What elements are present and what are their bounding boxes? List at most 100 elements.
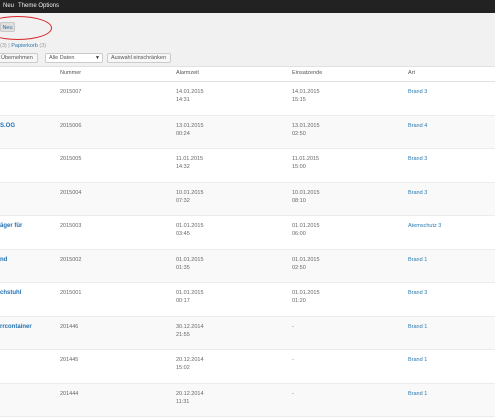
row-alarm-date: 14.01.2015 bbox=[176, 88, 204, 96]
row-alarm-date: 20.12.2014 bbox=[176, 390, 204, 398]
row-end-time: 02:50 bbox=[292, 130, 320, 138]
row-alarm-time: 00:24 bbox=[176, 130, 204, 138]
row-end-date: 11.01.2015 bbox=[292, 155, 319, 163]
row-alarmzeit: 20.12.2014 15:02 bbox=[176, 356, 204, 372]
row-nummer: 2015002 bbox=[60, 256, 81, 264]
row-end-date: 01.01.2015 bbox=[292, 256, 320, 264]
row-nummer: 201446 bbox=[60, 323, 78, 331]
row-alarmzeit: 14.01.2015 14:31 bbox=[176, 88, 204, 104]
row-alarm-date: 11.01.2015 bbox=[176, 155, 203, 163]
row-nummer: 201444 bbox=[60, 390, 78, 398]
row-alarm-date: 01.01.2015 bbox=[176, 256, 204, 264]
row-nummer: 2015003 bbox=[60, 222, 81, 230]
table-row: 2015007 14.01.2015 14:31 14.01.2015 15:1… bbox=[0, 82, 495, 116]
row-alarm-time: 14:31 bbox=[176, 96, 204, 104]
row-alarm-date: 01.01.2015 bbox=[176, 222, 204, 230]
row-einsatzende: - bbox=[292, 390, 294, 398]
row-end-date: - bbox=[292, 390, 294, 398]
row-title-link[interactable]: rrcontainer bbox=[0, 323, 32, 331]
row-end-date: 14.01.2015 bbox=[292, 88, 320, 96]
row-einsatzende: 11.01.2015 15:00 bbox=[292, 155, 319, 171]
adminbar-theme-options-link[interactable]: Theme Options bbox=[18, 3, 59, 9]
row-alarm-date: 01.01.2015 bbox=[176, 289, 204, 297]
row-alarmzeit: 10.01.2015 07:32 bbox=[176, 189, 204, 205]
row-title-link[interactable]: nd bbox=[0, 256, 7, 264]
row-alarmzeit: 01.01.2015 03:45 bbox=[176, 222, 204, 238]
row-alarm-time: 03:45 bbox=[176, 230, 204, 238]
row-art-link[interactable]: Brand 4 bbox=[408, 122, 427, 130]
row-title-link[interactable]: S.OG bbox=[0, 122, 15, 130]
row-alarm-time: 11:31 bbox=[176, 398, 204, 406]
row-alarm-date: 13.01.2015 bbox=[176, 122, 204, 130]
posts-table: Nummer Alarmzeit Einsatzende Art 2015007… bbox=[0, 66, 495, 417]
row-end-time: 02:50 bbox=[292, 264, 320, 272]
table-filters: Übernehmen Alle Daten ▼ Auswahl einschrä… bbox=[0, 53, 495, 64]
filter-button[interactable]: Auswahl einschränken bbox=[107, 53, 171, 63]
table-row: 2015004 10.01.2015 07:32 10.01.2015 08:1… bbox=[0, 183, 495, 217]
row-end-time: 15:15 bbox=[292, 96, 320, 104]
table-row: S.OG 2015006 13.01.2015 00:24 13.01.2015… bbox=[0, 116, 495, 150]
row-end-time: 01:20 bbox=[292, 297, 320, 305]
status-prefix: (3) | bbox=[0, 43, 10, 49]
table-row: nd 2015002 01.01.2015 01:35 01.01.2015 0… bbox=[0, 250, 495, 284]
row-end-date: - bbox=[292, 323, 294, 331]
row-alarm-time: 00:17 bbox=[176, 297, 204, 305]
row-art-link[interactable]: Brand 3 bbox=[408, 189, 427, 197]
row-art-link[interactable]: Atemschutz 3 bbox=[408, 222, 441, 230]
row-alarm-time: 15:02 bbox=[176, 364, 204, 372]
row-nummer: 2015007 bbox=[60, 88, 81, 96]
add-new-button[interactable]: Neu bbox=[0, 22, 15, 32]
row-art-link[interactable]: Brand 1 bbox=[408, 323, 427, 331]
row-title-link[interactable]: chstuhl bbox=[0, 289, 21, 297]
row-art-link[interactable]: Brand 3 bbox=[408, 289, 427, 297]
row-nummer: 2015004 bbox=[60, 189, 81, 197]
row-einsatzende: 01.01.2015 02:50 bbox=[292, 256, 320, 272]
table-row: 201444 20.12.2014 11:31 - Brand 1 bbox=[0, 384, 495, 417]
row-art-link[interactable]: Brand 3 bbox=[408, 88, 427, 96]
row-alarmzeit: 13.01.2015 00:24 bbox=[176, 122, 204, 138]
row-end-time: 15:00 bbox=[292, 163, 319, 171]
table-header: Nummer Alarmzeit Einsatzende Art bbox=[0, 66, 495, 82]
adminbar-new-link[interactable]: Neu bbox=[3, 3, 14, 9]
row-einsatzende: 01.01.2015 06:00 bbox=[292, 222, 320, 238]
date-filter-value: Alle Daten bbox=[49, 55, 74, 61]
row-alarmzeit: 01.01.2015 01:35 bbox=[176, 256, 204, 272]
column-header-art[interactable]: Art bbox=[408, 70, 415, 76]
table-body: 2015007 14.01.2015 14:31 14.01.2015 15:1… bbox=[0, 82, 495, 417]
row-alarm-time: 07:32 bbox=[176, 197, 204, 205]
row-einsatzende: 14.01.2015 15:15 bbox=[292, 88, 320, 104]
row-alarm-time: 01:35 bbox=[176, 264, 204, 272]
row-art-link[interactable]: Brand 1 bbox=[408, 390, 427, 398]
row-art-link[interactable]: Brand 1 bbox=[408, 356, 427, 364]
row-art-link[interactable]: Brand 3 bbox=[408, 155, 427, 163]
row-einsatzende: - bbox=[292, 356, 294, 364]
row-title-link[interactable]: äger für bbox=[0, 222, 22, 230]
row-end-date: - bbox=[292, 356, 294, 364]
row-einsatzende: 01.01.2015 01:20 bbox=[292, 289, 320, 305]
row-nummer: 2015005 bbox=[60, 155, 81, 163]
row-end-date: 01.01.2015 bbox=[292, 222, 320, 230]
row-einsatzende: 13.01.2015 02:50 bbox=[292, 122, 320, 138]
row-nummer: 201445 bbox=[60, 356, 78, 364]
table-row: chstuhl 2015001 01.01.2015 00:17 01.01.2… bbox=[0, 283, 495, 317]
row-alarmzeit: 30.12.2014 21:55 bbox=[176, 323, 204, 339]
row-end-time: 08:10 bbox=[292, 197, 320, 205]
column-header-einsatzende[interactable]: Einsatzende bbox=[292, 70, 322, 76]
chevron-down-icon: ▼ bbox=[95, 54, 100, 62]
table-row: rrcontainer 201446 30.12.2014 21:55 - Br… bbox=[0, 317, 495, 351]
row-end-time: 06:00 bbox=[292, 230, 320, 238]
row-nummer: 2015006 bbox=[60, 122, 81, 130]
row-alarm-date: 20.12.2014 bbox=[176, 356, 204, 364]
column-header-alarmzeit[interactable]: Alarmzeit bbox=[176, 70, 199, 76]
trash-link[interactable]: Papierkorb bbox=[11, 43, 38, 49]
trash-count: (3) bbox=[39, 43, 46, 49]
row-alarm-date: 30.12.2014 bbox=[176, 323, 204, 331]
row-art-link[interactable]: Brand 1 bbox=[408, 256, 427, 264]
row-nummer: 2015001 bbox=[60, 289, 81, 297]
date-filter-select[interactable]: Alle Daten ▼ bbox=[45, 53, 103, 63]
row-einsatzende: 10.01.2015 08:10 bbox=[292, 189, 320, 205]
column-header-nummer[interactable]: Nummer bbox=[60, 70, 81, 76]
apply-button[interactable]: Übernehmen bbox=[0, 53, 38, 63]
row-end-date: 10.01.2015 bbox=[292, 189, 320, 197]
row-alarm-time: 14:32 bbox=[176, 163, 203, 171]
